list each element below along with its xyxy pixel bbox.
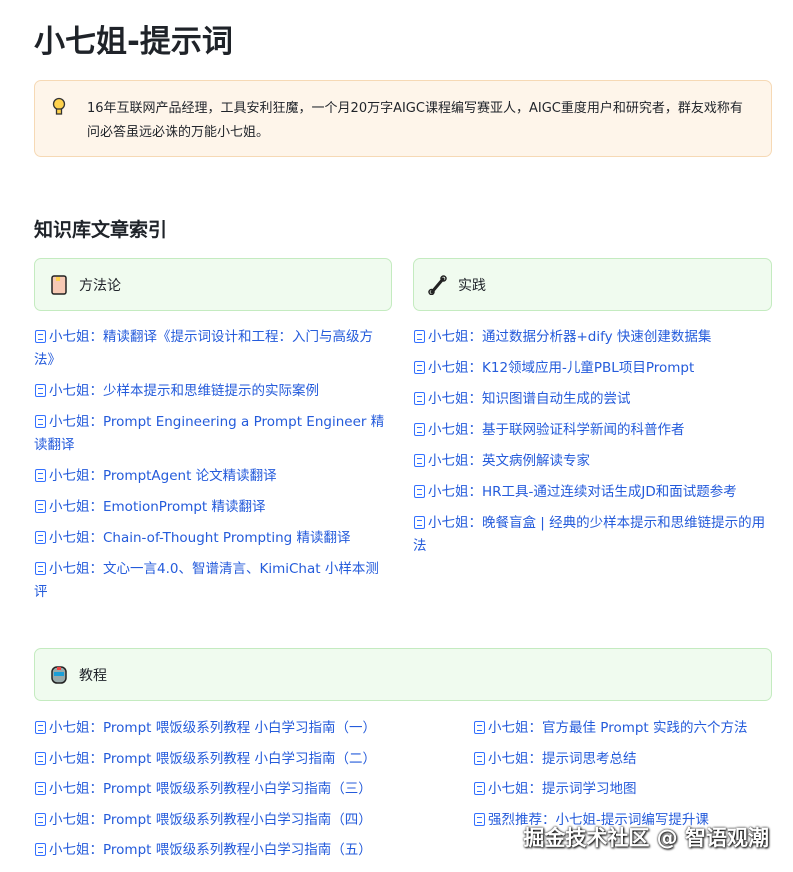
document-icon bbox=[414, 392, 425, 405]
article-title: 小七姐：K12领域应用-儿童PBL项目Prompt bbox=[428, 360, 695, 376]
book-icon bbox=[49, 274, 69, 295]
section-title: 知识库文章索引 bbox=[34, 219, 168, 241]
article-title: 小七姐：提示词学习地图 bbox=[488, 781, 637, 797]
document-icon bbox=[414, 361, 425, 374]
document-icon bbox=[414, 485, 425, 498]
article-title: 小七姐：Prompt 喂饭级系列教程小白学习指南（五） bbox=[49, 842, 372, 858]
document-icon bbox=[474, 721, 485, 734]
article-link[interactable]: 小七姐：Prompt 喂饭级系列教程小白学习指南（五） bbox=[34, 839, 464, 862]
article-link[interactable]: 小七姐：Chain-of-Thought Prompting 精读翻译 bbox=[34, 527, 392, 550]
document-icon bbox=[414, 330, 425, 343]
practice-list: 小七姐：通过数据分析器+dify 快速创建数据集 小七姐：K12领域应用-儿童PB… bbox=[413, 326, 772, 566]
card-tutorial: 教程 bbox=[34, 648, 772, 701]
article-title: 小七姐：EmotionPrompt 精读翻译 bbox=[49, 499, 266, 515]
document-icon bbox=[35, 812, 46, 826]
card-label: 实践 bbox=[458, 277, 486, 294]
methodology-list: 小七姐：精读翻译《提示词设计和工程：入门与高级方法》小七姐：少样本提示和思维链提… bbox=[34, 326, 392, 612]
article-title: 小七姐：Chain-of-Thought Prompting 精读翻译 bbox=[49, 530, 351, 546]
document-icon bbox=[474, 812, 485, 826]
article-title: 小七姐：提示词思考总结 bbox=[488, 750, 637, 767]
article-link[interactable]: 小七姐：Prompt Engineering a Prompt Engineer… bbox=[34, 411, 392, 457]
article-title: 小七姐：精读翻译《提示词设计和工程：入门与高级方法》 bbox=[34, 329, 373, 368]
article-title: 小七姐：PromptAgent 论文精读翻译 bbox=[49, 468, 277, 484]
article-link[interactable]: 小七姐：提示词思考总结 bbox=[473, 748, 773, 771]
article-link[interactable]: 小七姐：PromptAgent 论文精读翻译 bbox=[34, 465, 392, 488]
card-label: 方法论 bbox=[79, 277, 121, 294]
article-link[interactable]: 小七姐：Prompt 喂饭级系列教程小白学习指南（四） bbox=[34, 809, 464, 832]
document-icon bbox=[414, 423, 425, 436]
card-methodology: 方法论 bbox=[34, 258, 392, 311]
document-icon bbox=[414, 516, 425, 529]
article-link[interactable]: 小七姐：英文病例解读专家 bbox=[413, 450, 772, 473]
article-link[interactable]: 小七姐：Prompt 喂饭级系列教程 小白学习指南（二） bbox=[34, 748, 464, 771]
article-link[interactable]: 小七姐：Prompt 喂饭级系列教程 小白学习指南（一） bbox=[34, 717, 464, 740]
article-title: 小七姐：通过数据分析器+dify 快速创建数据集 bbox=[428, 329, 712, 345]
article-title: 小七姐：英文病例解读专家 bbox=[428, 453, 590, 469]
article-title: 小七姐：Prompt 喂饭级系列教程小白学习指南（四） bbox=[49, 811, 372, 828]
card-label: 教程 bbox=[79, 667, 107, 684]
article-title: 小七姐：文心一言4.0、智谱清言、KimiChat 小样本测评 bbox=[34, 561, 379, 600]
article-link[interactable]: 小七姐：通过数据分析器+dify 快速创建数据集 bbox=[413, 326, 772, 349]
document-icon bbox=[35, 500, 46, 513]
article-title: 小七姐：知识图谱自动生成的尝试 bbox=[428, 391, 631, 407]
document-icon bbox=[35, 721, 46, 734]
watermark: 掘金技术社区 @ 智语观潮 bbox=[523, 826, 769, 850]
article-link[interactable]: 小七姐：Prompt 喂饭级系列教程小白学习指南（三） bbox=[34, 778, 464, 801]
lightbulb-icon bbox=[52, 97, 66, 115]
article-link[interactable]: 小七姐：文心一言4.0、智谱清言、KimiChat 小样本测评 bbox=[34, 558, 392, 604]
document-icon bbox=[474, 751, 485, 765]
page-title: 小七姐-提示词 bbox=[34, 24, 233, 60]
document-icon bbox=[35, 782, 46, 795]
article-link[interactable]: 小七姐：提示词学习地图 bbox=[473, 778, 773, 801]
document-icon bbox=[35, 469, 46, 482]
robot-icon bbox=[49, 665, 69, 685]
article-link[interactable]: 小七姐：基于联网验证科学新闻的科普作者 bbox=[413, 419, 772, 442]
document-icon bbox=[35, 330, 46, 343]
document-icon bbox=[35, 843, 46, 856]
article-title: 小七姐：Prompt Engineering a Prompt Engineer… bbox=[34, 414, 385, 453]
article-title: 小七姐：Prompt 喂饭级系列教程 小白学习指南（二） bbox=[49, 750, 377, 767]
article-link[interactable]: 小七姐：EmotionPrompt 精读翻译 bbox=[34, 496, 392, 519]
article-link[interactable]: 小七姐：精读翻译《提示词设计和工程：入门与高级方法》 bbox=[34, 326, 392, 372]
article-link[interactable]: 小七姐：K12领域应用-儿童PBL项目Prompt bbox=[413, 357, 772, 380]
article-title: 小七姐：少样本提示和思维链提示的实际案例 bbox=[49, 383, 319, 399]
intro-text: 16年互联网产品经理，工具安利狂魔，一个月20万字AIGC课程编写赛亚人，AIG… bbox=[87, 101, 743, 140]
article-link[interactable]: 小七姐：HR工具-通过连续对话生成JD和面试题参考 bbox=[413, 481, 772, 504]
article-link[interactable]: 小七姐：官方最佳 Prompt 实践的六个方法 bbox=[473, 717, 773, 740]
article-title: 小七姐：基于联网验证科学新闻的科普作者 bbox=[428, 422, 685, 438]
tutorial-list-left: 小七姐：Prompt 喂饭级系列教程 小白学习指南（一） 小七姐：Prompt 喂… bbox=[34, 717, 464, 870]
document-icon bbox=[35, 562, 46, 575]
intro-callout: 16年互联网产品经理，工具安利狂魔，一个月20万字AIGC课程编写赛亚人，AIG… bbox=[34, 80, 772, 157]
tutorial-list-right: 小七姐：官方最佳 Prompt 实践的六个方法 小七姐：提示词思考总结 小七姐：提示… bbox=[473, 717, 773, 839]
document-icon bbox=[414, 454, 425, 467]
article-title: 小七姐：HR工具-通过连续对话生成JD和面试题参考 bbox=[428, 484, 737, 500]
article-title: 小七姐：Prompt 喂饭级系列教程小白学习指南（三） bbox=[49, 781, 372, 797]
document-icon bbox=[35, 384, 46, 397]
document-icon bbox=[35, 531, 46, 544]
article-title: 小七姐：官方最佳 Prompt 实践的六个方法 bbox=[488, 720, 748, 736]
article-link[interactable]: 小七姐：知识图谱自动生成的尝试 bbox=[413, 388, 772, 411]
article-title: 小七姐：Prompt 喂饭级系列教程 小白学习指南（一） bbox=[49, 720, 377, 736]
card-practice: 实践 bbox=[413, 258, 772, 311]
article-title: 小七姐：晚餐盲盒 | 经典的少样本提示和思维链提示的用法 bbox=[413, 515, 766, 554]
document-icon bbox=[35, 415, 46, 428]
document-icon bbox=[35, 751, 46, 765]
article-link[interactable]: 小七姐：少样本提示和思维链提示的实际案例 bbox=[34, 380, 392, 403]
article-link[interactable]: 小七姐：晚餐盲盒 | 经典的少样本提示和思维链提示的用法 bbox=[413, 512, 772, 558]
document-icon bbox=[474, 782, 485, 795]
wrench-icon bbox=[428, 274, 448, 295]
